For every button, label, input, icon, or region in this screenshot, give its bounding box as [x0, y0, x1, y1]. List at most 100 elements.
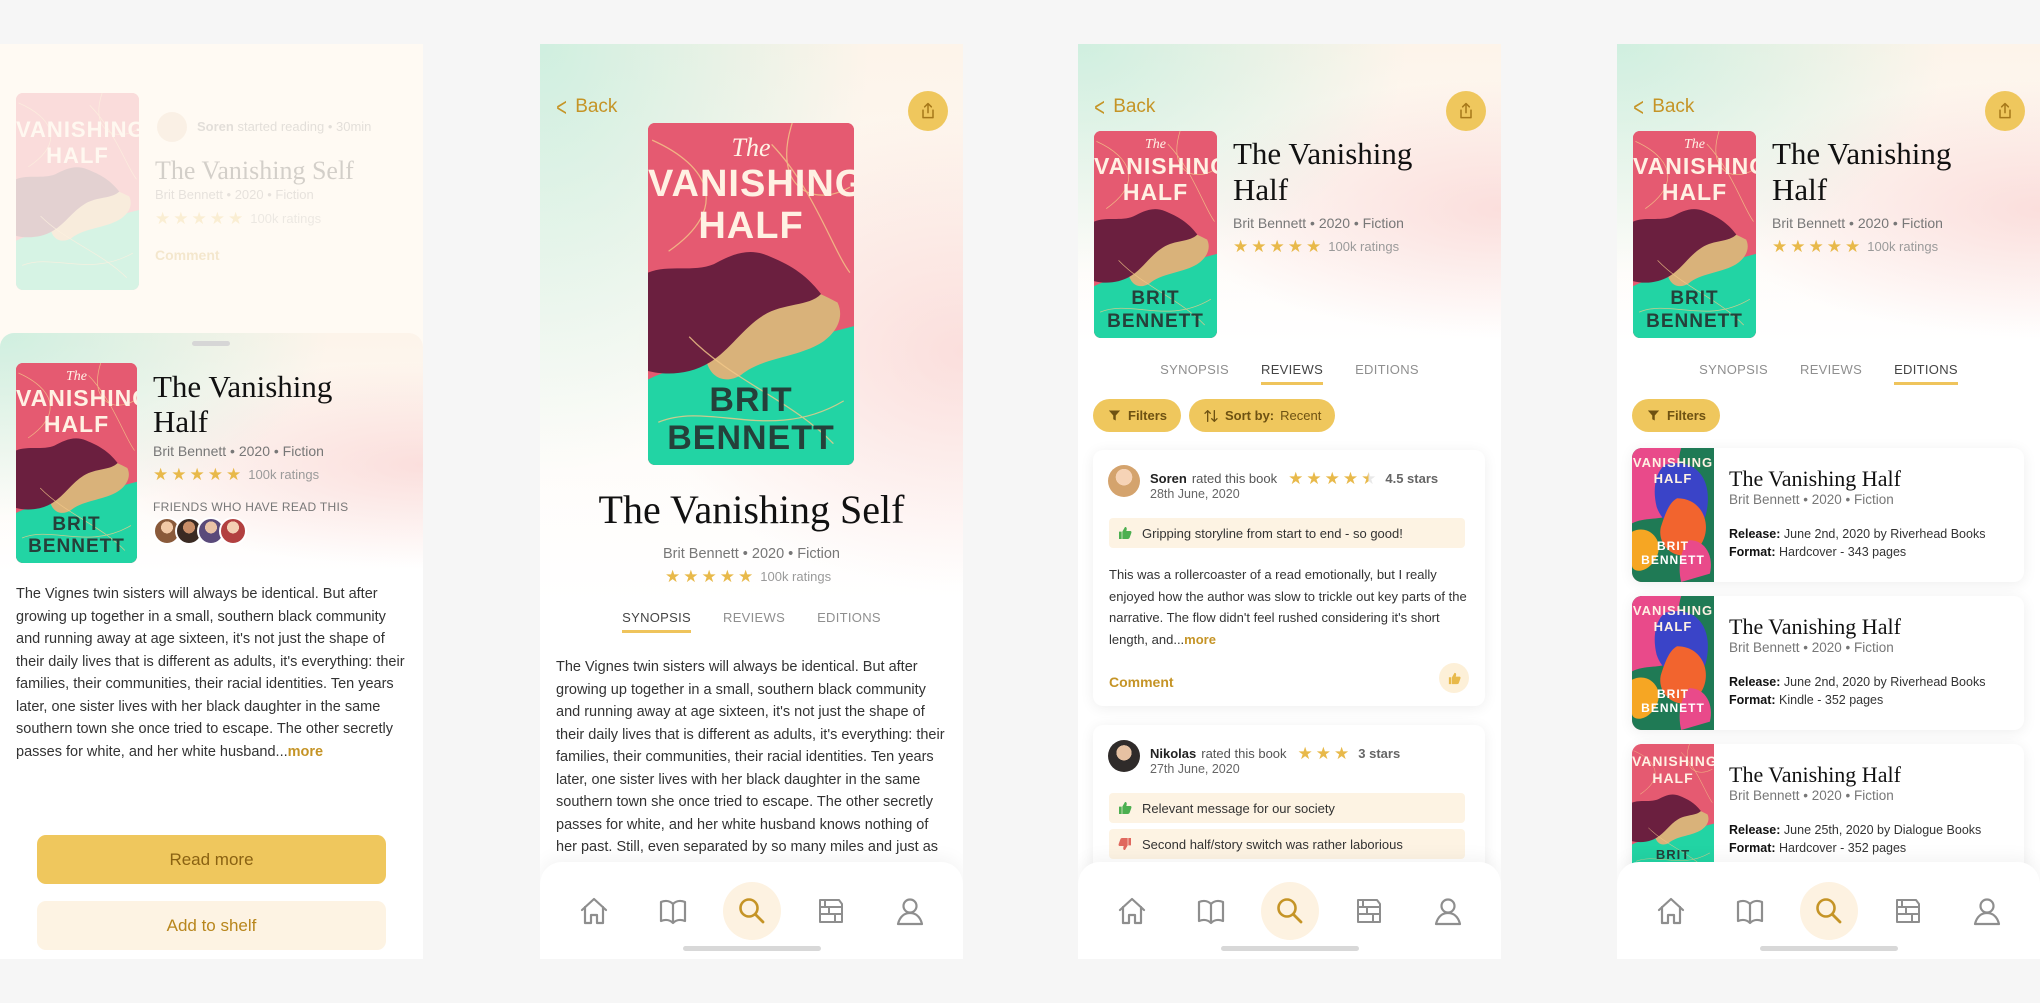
- nav-library[interactable]: [1182, 882, 1240, 940]
- nav-shelf[interactable]: [1879, 882, 1937, 940]
- reviewer-name[interactable]: Nikolas: [1150, 746, 1196, 761]
- edition-card[interactable]: VANISHING HALF BRIT BENNETT The Vanishin…: [1632, 448, 2024, 582]
- review-date: 27th June, 2020: [1150, 762, 1240, 776]
- bottom-sheet: The VANISHING HALF BRIT BENNETT The Vani…: [0, 333, 423, 959]
- book-cover: The VANISHING HALF BRIT BENNETT: [16, 363, 137, 563]
- back-button[interactable]: < Back: [554, 94, 617, 120]
- cover-the: The: [1684, 137, 1705, 152]
- more-link[interactable]: more: [1184, 632, 1216, 647]
- reviewer-name[interactable]: Soren: [1150, 471, 1187, 486]
- review-header: Soren rated this book ★ ★ ★ ★ ★ 4.5 stars: [1150, 470, 1438, 487]
- tab-reviews[interactable]: REVIEWS: [1800, 362, 1862, 385]
- filters-button[interactable]: Filters: [1093, 399, 1182, 432]
- book-icon: [1734, 895, 1766, 927]
- nav-home[interactable]: [1642, 882, 1700, 940]
- format-value: Kindle - 352 pages: [1779, 693, 1884, 707]
- nav-profile[interactable]: [881, 882, 939, 940]
- cover-title: VANISHING: [1632, 753, 1714, 769]
- cover-author-2: BENNETT: [1641, 701, 1705, 715]
- back-button[interactable]: < Back: [1631, 94, 1694, 120]
- book-cover: The VANISHING HALF BRIT BENNETT: [1094, 131, 1217, 338]
- cover-title-2: HALF: [1653, 619, 1693, 634]
- avatar: [1108, 465, 1140, 497]
- sort-label: Sort by:: [1225, 408, 1275, 423]
- nav-shelf[interactable]: [802, 882, 860, 940]
- filters-label: Filters: [1667, 408, 1707, 423]
- edition-details: Release: June 2nd, 2020 by Riverhead Boo…: [1729, 525, 1985, 561]
- share-button[interactable]: [1985, 91, 2025, 131]
- avatar: [1108, 740, 1140, 772]
- feed-action: started reading: [237, 119, 325, 134]
- nav-library[interactable]: [644, 882, 702, 940]
- cover-the: The: [1145, 137, 1166, 152]
- nav-search[interactable]: [722, 882, 781, 940]
- tab-editions[interactable]: EDITIONS: [817, 610, 881, 633]
- book-title-line1: The Vanishing: [1233, 136, 1413, 171]
- read-more-button[interactable]: Read more: [37, 835, 386, 884]
- book-stars: ★ ★ ★ ★ ★ 100k ratings: [1772, 237, 1939, 256]
- cover-title-2: HALF: [46, 143, 109, 168]
- back-button[interactable]: < Back: [1092, 94, 1155, 120]
- highlight-text: Gripping storyline from start to end - s…: [1142, 525, 1403, 541]
- review-stars-label: 4.5 stars: [1385, 471, 1439, 486]
- edition-card[interactable]: VANISHING HALF BRIT The Vanishing Half B…: [1632, 744, 2024, 878]
- nav-library[interactable]: [1721, 882, 1779, 940]
- edition-title: The Vanishing Half: [1729, 614, 1901, 639]
- tab-synopsis[interactable]: SYNOPSIS: [1699, 362, 1768, 385]
- book-stars: ★ ★ ★ ★ ★ 100k ratings: [1233, 237, 1400, 256]
- tab-bar: SYNOPSIS REVIEWS EDITIONS: [540, 610, 963, 633]
- screen-reviews: < Back The VANISHING HALF BRIT BENNETT Th…: [1078, 44, 1501, 959]
- book-title: The Vanishing Self: [598, 487, 905, 532]
- add-to-shelf-button[interactable]: Add to shelf: [37, 901, 386, 950]
- cover-title-2: HALF: [1122, 179, 1189, 205]
- home-icon: [1116, 895, 1148, 927]
- tab-synopsis[interactable]: SYNOPSIS: [1160, 362, 1229, 385]
- like-button[interactable]: [1439, 663, 1469, 693]
- friends-avatars[interactable]: [153, 517, 247, 545]
- home-icon: [578, 895, 610, 927]
- book-title: The Vanishing Half: [1772, 136, 1951, 208]
- nav-search[interactable]: [1260, 882, 1319, 940]
- ratings-count: 100k ratings: [760, 569, 832, 584]
- pro-text: Relevant message for our society: [1142, 800, 1335, 816]
- tab-reviews[interactable]: REVIEWS: [723, 610, 785, 633]
- nav-search[interactable]: [1799, 882, 1858, 940]
- edition-title: The Vanishing Half: [1729, 466, 1901, 491]
- tab-reviews[interactable]: REVIEWS: [1261, 362, 1324, 385]
- cover-title-2: HALF: [1653, 471, 1693, 486]
- review-date: 28th June, 2020: [1150, 487, 1240, 501]
- sort-button[interactable]: Sort by: Recent: [1189, 399, 1336, 432]
- sheet-handle[interactable]: [192, 341, 230, 346]
- comment-link[interactable]: Comment: [1109, 674, 1174, 690]
- sort-value: Recent: [1280, 408, 1322, 423]
- filter-icon: [1107, 408, 1122, 423]
- edition-card[interactable]: VANISHING HALF BRIT BENNETT The Vanishin…: [1632, 596, 2024, 730]
- review-stars-label: 3 stars: [1358, 746, 1401, 761]
- bottom-nav: [540, 862, 963, 959]
- cover-title: VANISHING: [1094, 153, 1217, 179]
- share-button[interactable]: [1446, 91, 1486, 131]
- book-title-line2: Half: [153, 404, 209, 439]
- more-link[interactable]: more: [288, 744, 323, 760]
- book-stars: ★ ★ ★ ★ ★ 100k ratings: [665, 567, 832, 586]
- release-label: Release:: [1729, 527, 1781, 541]
- share-icon: [1456, 101, 1476, 121]
- nav-home[interactable]: [565, 882, 623, 940]
- ratings-count: 100k ratings: [1328, 239, 1400, 254]
- book-meta: Brit Bennett • 2020 • Fiction: [1233, 215, 1404, 231]
- friend-avatar[interactable]: [219, 517, 247, 545]
- nav-profile[interactable]: [1958, 882, 2016, 940]
- share-button[interactable]: [908, 91, 948, 131]
- feed-activity: Soren started reading • 30min: [197, 119, 371, 134]
- cover-author: BRIT: [1657, 687, 1689, 701]
- tab-editions[interactable]: EDITIONS: [1894, 362, 1958, 385]
- nav-profile[interactable]: [1419, 882, 1477, 940]
- filters-button[interactable]: Filters: [1632, 399, 1721, 432]
- bottom-nav: [1617, 862, 2040, 959]
- nav-home[interactable]: [1103, 882, 1161, 940]
- tab-editions[interactable]: EDITIONS: [1355, 362, 1419, 385]
- nav-shelf[interactable]: [1340, 882, 1398, 940]
- tab-synopsis[interactable]: SYNOPSIS: [622, 610, 691, 633]
- feed-comment[interactable]: Comment: [155, 247, 220, 263]
- feed-time: • 30min: [327, 119, 372, 134]
